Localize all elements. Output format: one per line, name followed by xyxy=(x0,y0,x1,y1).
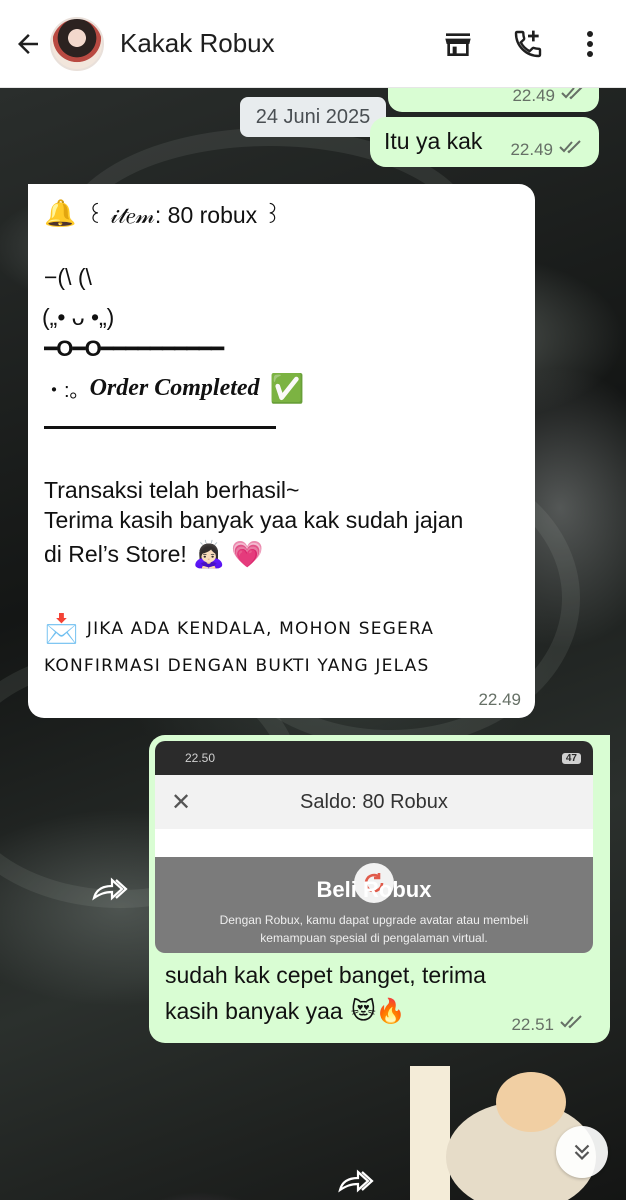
notice-text: KONFIRMASI DENGAN BUKTI YANG JELAS xyxy=(44,656,430,676)
check-icon: ✅ xyxy=(269,373,305,404)
message-text: Terima kasih banyak yaa kak sudah jajan xyxy=(44,507,464,533)
screenshot-dialog: Beli Robux Dengan Robux, kamu dapat upgr… xyxy=(155,857,593,953)
message-text: sudah kak cepet banget, terima xyxy=(165,962,486,988)
message-text-line: di Rel’s Store! 🙇🏻‍♀️ 💗 xyxy=(44,538,264,571)
divider xyxy=(44,426,276,429)
screenshot-heading: Beli Robux xyxy=(316,877,432,902)
message-text: Itu ya kak xyxy=(384,128,483,154)
message-text: Transaksi telah berhasil~ xyxy=(44,477,300,503)
ascii-art-line: −(\ (\ xyxy=(44,264,92,290)
close-icon: ✕ xyxy=(171,788,192,816)
catalog-store-icon[interactable] xyxy=(430,16,486,72)
order-completed-line: ・:｡ Order Completed ✅ xyxy=(44,372,304,405)
date-separator: 24 Juni 2025 xyxy=(240,97,386,137)
message-bubble-outgoing[interactable]: Itu ya kak 22.49 xyxy=(370,117,599,167)
message-time: 22.49 xyxy=(512,86,555,105)
message-text-line: kasih banyak yaa 😻🔥 xyxy=(165,995,406,1028)
sticker-sign xyxy=(410,1066,450,1200)
screenshot-desc: Dengan Robux, kamu dapat upgrade avatar … xyxy=(219,913,529,927)
read-ticks-icon xyxy=(561,85,587,106)
message-text: kasih banyak yaa xyxy=(165,998,343,1024)
order-item-text: ꒰ 𝒾𝓉𝑒𝓂: 80 robux ꒱ xyxy=(86,202,282,228)
battery-level: 47 xyxy=(561,752,581,764)
notice-text: JIKA ADA KENDALA, MOHON SEGERA xyxy=(86,618,435,639)
sheep-sticker xyxy=(496,1072,566,1132)
forward-icon[interactable] xyxy=(336,1166,376,1196)
message-time: 22.49 xyxy=(510,140,553,159)
message-bubble-incoming[interactable]: 🔔 ꒰ 𝒾𝓉𝑒𝓂: 80 robux ꒱ −(\ (\ („• ᴗ •„) ━O… xyxy=(28,184,535,718)
cat-fire-emoji: 😻🔥 xyxy=(350,998,406,1025)
message-time: 22.51 xyxy=(511,1015,554,1034)
screenshot-status-bar: 22.50 47 xyxy=(155,741,593,775)
screenshot-title-bar: ✕ Saldo: 80 Robux xyxy=(155,775,593,829)
envelope-icon: 📩 xyxy=(44,613,79,644)
screenshot-desc: kemampuan spesial di pengalaman virtual. xyxy=(260,931,488,945)
notice-line: 📩 JIKA ADA KENDALA, MOHON SEGERA xyxy=(44,612,434,645)
person-bowing-emoji: 🙇🏻‍♀️ xyxy=(192,539,226,569)
more-options-icon[interactable] xyxy=(562,16,618,72)
double-chevron-down-icon xyxy=(574,1144,590,1161)
read-ticks-icon xyxy=(559,139,585,160)
sparkle-prefix: ・:｡ xyxy=(44,380,80,402)
divider-art: ━O━O━━━━━━━━━━ xyxy=(44,336,224,361)
contact-name[interactable]: Kakak Robux xyxy=(120,28,430,59)
message-bubble-outgoing[interactable]: 22.50 47 ✕ Saldo: 80 Robux Beli Robux De… xyxy=(149,735,610,1043)
screenshot-title: Saldo: 80 Robux xyxy=(300,790,448,813)
order-item-line: 🔔 ꒰ 𝒾𝓉𝑒𝓂: 80 robux ꒱ xyxy=(44,198,282,229)
message-text: di Rel’s Store! xyxy=(44,541,187,567)
image-attachment[interactable]: 22.50 47 ✕ Saldo: 80 Robux Beli Robux De… xyxy=(155,741,593,953)
heart-emoji: 💗 xyxy=(231,539,264,569)
scroll-to-bottom-button[interactable] xyxy=(556,1126,608,1178)
contact-avatar[interactable] xyxy=(50,16,104,71)
forward-icon[interactable] xyxy=(90,874,130,904)
chat-header: Kakak Robux xyxy=(0,0,626,88)
ascii-art-line: ━O━O━━━━━━━━━━ xyxy=(44,336,276,362)
back-arrow-icon[interactable] xyxy=(4,20,52,68)
status-time: 22.50 xyxy=(185,751,216,765)
order-completed-text: Order Completed xyxy=(89,375,260,401)
screenshot-gap xyxy=(155,829,593,857)
ascii-art-line: („• ᴗ •„) xyxy=(42,304,115,330)
bell-icon: 🔔 xyxy=(44,198,77,228)
add-call-icon[interactable] xyxy=(500,16,556,72)
message-time: 22.49 xyxy=(478,690,521,709)
read-ticks-icon xyxy=(560,1014,586,1035)
